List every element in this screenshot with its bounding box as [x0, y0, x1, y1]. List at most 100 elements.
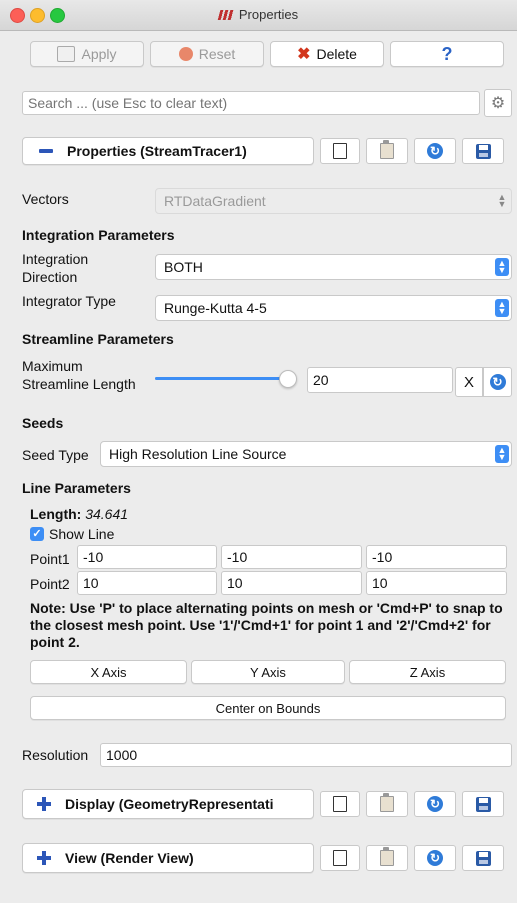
copy-icon — [329, 143, 347, 161]
point2-y-input[interactable]: 10 — [221, 571, 362, 595]
streamline-section-title: Streamline Parameters — [22, 331, 174, 347]
display-copy-button[interactable] — [320, 791, 360, 817]
center-on-bounds-label: Center on Bounds — [215, 700, 321, 716]
apply-label: Apply — [81, 46, 117, 62]
view-reload-button[interactable]: ↻ — [414, 845, 456, 871]
length-value: 34.641 — [85, 506, 129, 522]
seed-type-value: High Resolution Line Source — [109, 446, 287, 462]
point2-z-value: 10 — [372, 575, 388, 591]
help-icon: ? — [441, 43, 453, 64]
seed-type-select[interactable]: High Resolution Line Source ▲ ▼ — [100, 441, 512, 467]
point2-x-input[interactable]: 10 — [77, 571, 217, 595]
integrator-type-label: Integrator Type — [22, 293, 116, 309]
y-axis-button[interactable]: Y Axis — [191, 660, 345, 684]
point1-x-value: -10 — [83, 549, 104, 565]
view-save-button[interactable] — [462, 845, 504, 871]
line-note-text: Note: Use 'P' to place alternating point… — [30, 600, 503, 650]
center-on-bounds-button[interactable]: Center on Bounds — [30, 696, 506, 720]
view-header-label: View (Render View) — [65, 850, 194, 866]
apply-icon — [57, 46, 76, 62]
point2-y-value: 10 — [227, 575, 243, 591]
max-length-unit-toggle[interactable]: X — [455, 367, 483, 397]
properties-paste-button[interactable] — [366, 138, 408, 164]
point1-z-value: -10 — [372, 549, 393, 565]
copy-icon — [329, 850, 347, 868]
apply-button[interactable]: Apply — [30, 41, 144, 67]
show-line-label: Show Line — [49, 526, 115, 542]
integration-section-title: Integration Parameters — [22, 227, 175, 243]
title-bar: Properties — [0, 0, 517, 31]
integration-direction-select[interactable]: BOTH ▲ ▼ — [155, 254, 512, 280]
display-save-button[interactable] — [462, 791, 504, 817]
paste-icon — [380, 847, 394, 866]
save-icon — [475, 796, 491, 812]
paste-icon — [380, 140, 394, 159]
refresh-icon: ↻ — [489, 374, 506, 390]
x-axis-label: X Axis — [90, 664, 127, 680]
vectors-select[interactable]: RTDataGradient ▲ ▼ — [155, 188, 512, 214]
show-line-checkbox[interactable]: ✓ — [30, 527, 44, 541]
point2-z-input[interactable]: 10 — [366, 571, 507, 595]
chevron-updown-icon: ▲ ▼ — [495, 299, 509, 317]
reset-button[interactable]: Reset — [150, 41, 264, 67]
point2-label: Point2 — [30, 576, 70, 592]
properties-save-button[interactable] — [462, 138, 504, 164]
save-icon — [475, 143, 491, 159]
z-axis-label: Z Axis — [409, 664, 446, 680]
length-label: Length: — [30, 506, 82, 522]
line-section-title: Line Parameters — [22, 480, 131, 496]
copy-icon — [329, 796, 347, 814]
search-input[interactable] — [22, 91, 480, 115]
max-length-slider-fill — [155, 377, 285, 380]
view-paste-button[interactable] — [366, 845, 408, 871]
chevron-updown-icon: ▲ ▼ — [497, 192, 507, 209]
window-title: Properties — [0, 7, 517, 22]
point1-x-input[interactable]: -10 — [77, 545, 217, 569]
max-length-input[interactable]: 20 — [307, 367, 453, 393]
seed-type-label: Seed Type — [22, 447, 89, 463]
properties-section-toggle[interactable]: Properties (StreamTracer1) — [22, 137, 314, 165]
delete-button[interactable]: ✖ Delete — [270, 41, 384, 67]
properties-reload-button[interactable]: ↻ — [414, 138, 456, 164]
refresh-icon: ↻ — [427, 143, 443, 159]
max-length-reset-button[interactable]: ↻ — [483, 367, 512, 397]
seeds-section-title: Seeds — [22, 415, 64, 431]
vectors-label: Vectors — [22, 191, 69, 207]
view-section-toggle[interactable]: View (Render View) — [22, 843, 314, 873]
point1-y-input[interactable]: -10 — [221, 545, 362, 569]
integration-direction-value: BOTH — [164, 259, 203, 275]
window-title-text: Properties — [238, 7, 299, 22]
max-length-value: 20 — [313, 372, 329, 388]
length-readout: Length: 34.641 — [30, 506, 128, 522]
help-button[interactable]: ? — [390, 41, 504, 67]
y-axis-label: Y Axis — [250, 664, 286, 680]
collapse-minus-icon — [39, 149, 53, 153]
expand-plus-icon — [37, 851, 51, 865]
integrator-type-value: Runge-Kutta 4-5 — [164, 300, 267, 316]
display-section-toggle[interactable]: Display (GeometryRepresentati — [22, 789, 314, 819]
display-paste-button[interactable] — [366, 791, 408, 817]
resolution-input[interactable]: 1000 — [100, 743, 512, 767]
point2-x-value: 10 — [83, 575, 99, 591]
point1-z-input[interactable]: -10 — [366, 545, 507, 569]
resolution-value: 1000 — [106, 747, 138, 763]
expand-plus-icon — [37, 797, 51, 811]
x-axis-button[interactable]: X Axis — [30, 660, 187, 684]
reset-icon — [178, 47, 193, 61]
z-axis-button[interactable]: Z Axis — [349, 660, 506, 684]
point1-y-value: -10 — [227, 549, 248, 565]
advanced-settings-button[interactable]: ⚙ — [484, 89, 512, 117]
integrator-type-select[interactable]: Runge-Kutta 4-5 ▲ ▼ — [155, 295, 512, 321]
paste-icon — [380, 793, 394, 812]
resolution-label: Resolution — [22, 747, 89, 763]
display-header-label: Display (GeometryRepresentati — [65, 796, 274, 812]
refresh-icon: ↻ — [427, 850, 443, 866]
max-streamline-length-label: Maximum Streamline Length — [22, 358, 136, 392]
reset-label: Reset — [198, 46, 236, 62]
display-reload-button[interactable]: ↻ — [414, 791, 456, 817]
properties-copy-button[interactable] — [320, 138, 360, 164]
view-copy-button[interactable] — [320, 845, 360, 871]
refresh-icon: ↻ — [427, 796, 443, 812]
save-icon — [475, 850, 491, 866]
max-length-slider-thumb[interactable] — [279, 370, 297, 388]
